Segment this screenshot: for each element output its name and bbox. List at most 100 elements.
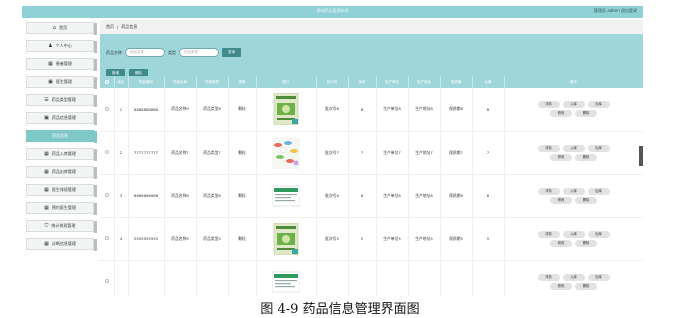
row-action-button[interactable]: 出库	[587, 230, 610, 238]
row-checkbox[interactable]	[104, 236, 109, 240]
cell-name	[164, 260, 197, 296]
breadcrumb-home[interactable]: 首页	[106, 24, 114, 30]
table-row[interactable]: 1 8888888888 药品名称9 药品类型8 颗粒 批次号8 8 生产单位8 生产地址8 保质…	[100, 88, 643, 132]
cell-index: 1	[114, 88, 129, 132]
sidebar-item[interactable]: ☰ 药品类型管理	[26, 94, 97, 107]
cell-batch	[316, 260, 349, 296]
cell-price: 8	[472, 88, 505, 132]
column-header: 批次号	[316, 76, 349, 88]
row-action-button[interactable]: 出库	[587, 273, 610, 281]
row-checkbox[interactable]	[104, 193, 109, 197]
sidebar-item[interactable]: ▦ 诊断信息管理	[26, 238, 97, 251]
cell-index: 3	[114, 174, 129, 218]
sidebar-item[interactable]: ▦ 患者管理	[26, 58, 97, 71]
drug-image	[272, 222, 300, 255]
table-body: 1 8888888888 药品名称9 药品类型8 颗粒 批次号8 8 生产单位8 生产地址8 保质…	[100, 88, 643, 296]
row-checkbox[interactable]	[104, 279, 109, 283]
breadcrumb: 首页 / 药品信息	[100, 20, 643, 34]
column-header: 图片	[256, 76, 317, 88]
row-action-button[interactable]: 详情	[537, 273, 560, 281]
row-checkbox[interactable]	[104, 150, 109, 154]
table-row[interactable]: 4 5555555555 药品名称5 药品类型5 颗粒 批次号5 5 生产单位5 生产地址5 保质…	[100, 217, 643, 261]
sidebar-item-label: 医生排班管理	[51, 187, 76, 192]
row-action-button[interactable]: 详情	[537, 187, 560, 195]
row-action-button[interactable]: 删除	[575, 282, 597, 290]
row-action-button[interactable]: 入库	[562, 273, 585, 281]
scrollbar[interactable]	[639, 146, 643, 166]
row-action-button[interactable]: 入库	[562, 230, 585, 238]
cell-maker: 生产单位7	[376, 131, 409, 175]
type-search-input[interactable]: 药品类型	[179, 48, 219, 57]
user-icon: ♟	[48, 43, 53, 49]
sidebar-item[interactable]: ▦ 药品出库管理	[26, 166, 97, 179]
row-action-button[interactable]: 修改	[550, 153, 572, 161]
cell-address: 生产地址8	[408, 88, 441, 132]
column-header: 操作	[504, 76, 643, 88]
row-action-button[interactable]: 删除	[575, 153, 597, 161]
user-info[interactable]: 管理员 admin 退出登录	[594, 8, 637, 14]
row-action-button[interactable]: 出库	[587, 101, 610, 109]
select-all-checkbox[interactable]	[104, 79, 109, 84]
table-row[interactable]: 详情 入库 出库修改 删除	[100, 260, 643, 296]
column-header: 库存	[348, 76, 377, 88]
drug-image-cell	[256, 131, 317, 175]
row-action-button[interactable]: 详情	[537, 101, 560, 109]
cell-price: 5	[472, 217, 505, 261]
search-button[interactable]: 查询	[222, 48, 241, 57]
sidebar-item[interactable]: ▦ 药品入库管理	[26, 148, 97, 161]
sidebar-item[interactable]: ▣ 医生管理	[26, 76, 97, 89]
cell-spec	[228, 260, 257, 296]
sidebar-tab-marker	[94, 185, 97, 197]
row-action-button[interactable]: 删除	[575, 239, 597, 247]
sidebar-item[interactable]: ⛉ 统计排班管理	[26, 220, 97, 233]
sidebar-item-label: 诊断信息管理	[51, 241, 76, 246]
cell-price	[472, 260, 505, 296]
row-action-button[interactable]: 入库	[562, 101, 585, 109]
cell-type: 药品类型5	[196, 217, 229, 261]
row-action-button[interactable]: 详情	[537, 230, 560, 238]
cell-name: 药品名称7	[164, 131, 197, 175]
table-row[interactable]: 3 6666666666 药品名称6 药品类型6 颗粒 批次号6 6 生产单位6 生产地址6 保质…	[100, 174, 643, 218]
sidebar-item[interactable]: ⌂ 首页	[26, 22, 97, 35]
sidebar-item[interactable]: 药品信息	[26, 130, 97, 143]
row-action-button[interactable]: 出库	[587, 187, 610, 195]
cell-batch: 批次号6	[316, 174, 349, 218]
cell-code: 5555555555	[128, 217, 165, 261]
row-action-button[interactable]: 入库	[562, 144, 585, 152]
sidebar-item-label: 预约医生管理	[51, 205, 76, 210]
name-search-input[interactable]: 药品名称	[125, 48, 165, 57]
sidebar-item[interactable]: ♟ 个人中心	[26, 40, 97, 53]
row-action-button[interactable]: 出库	[587, 144, 610, 152]
cell-maker: 生产单位6	[376, 174, 409, 218]
sidebar-item[interactable]: ▦ 医生排班管理	[26, 184, 97, 197]
top-bar: 基础药品管理系统 管理员 admin 退出登录	[22, 6, 643, 18]
table-row[interactable]: 2 7777777777 药品名称7 药品类型7 颗粒 批次号7 7 生产单位7 生产地址7 保质…	[100, 131, 643, 175]
table-header: 索引 药品编号 药品名称 药品类型 规格 图片 批次号 库存 生产单位 生产地址 保质期 价格 操作	[100, 76, 643, 88]
cell-name: 药品名称9	[164, 88, 197, 132]
row-action-button[interactable]: 修改	[550, 196, 572, 204]
cell-type: 药品类型8	[196, 88, 229, 132]
column-header: 生产单位	[376, 76, 409, 88]
cell-maker: 生产单位5	[376, 217, 409, 261]
app-window: 基础药品管理系统 管理员 admin 退出登录 ⌂ 首页 ♟ 个人中心 ▦ 患者管理 ▣ 医生…	[22, 6, 643, 296]
row-action-button[interactable]: 修改	[550, 110, 572, 118]
type-label: 类型	[168, 49, 176, 55]
column-header: 药品编号	[128, 76, 165, 88]
column-header: 生产地址	[408, 76, 441, 88]
row-action-button[interactable]: 删除	[575, 110, 597, 118]
row-select-cell	[100, 260, 115, 296]
sidebar-item-label: 患者管理	[55, 61, 72, 66]
row-action-button[interactable]: 入库	[562, 187, 585, 195]
row-action-button[interactable]: 修改	[550, 282, 572, 290]
column-header	[100, 76, 115, 88]
row-action-button[interactable]: 修改	[550, 239, 572, 247]
row-checkbox[interactable]	[104, 106, 109, 111]
cell-shelf	[440, 260, 473, 296]
sidebar-item[interactable]: ▦ 预约医生管理	[26, 202, 97, 215]
row-action-button[interactable]: 删除	[575, 196, 597, 204]
sidebar-item[interactable]: ▣ 药品信息管理	[26, 112, 97, 125]
cell-spec: 颗粒	[228, 88, 257, 132]
cell-stock	[348, 260, 377, 296]
row-action-button[interactable]: 详情	[537, 144, 560, 152]
cell-index	[114, 260, 129, 296]
